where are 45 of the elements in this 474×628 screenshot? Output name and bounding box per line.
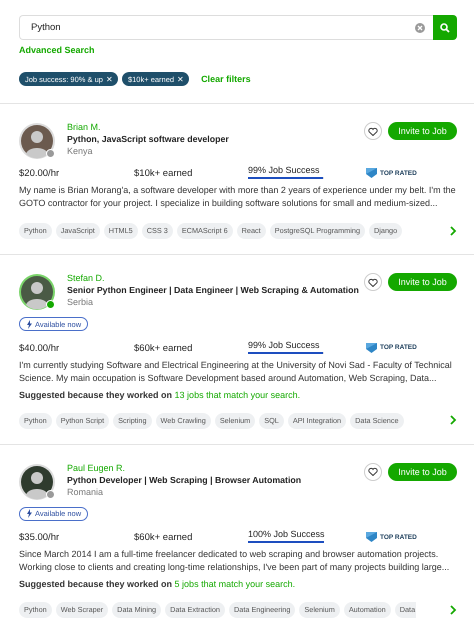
- total-earned: $60k+ earned: [134, 342, 194, 354]
- chevron-right-icon: [449, 415, 457, 425]
- total-earned: $60k+ earned: [134, 531, 194, 543]
- hourly-rate: $35.00/hr: [19, 531, 60, 543]
- hourly-rate: $20.00/hr: [19, 167, 60, 179]
- freelancer-title: Senior Python Engineer | Data Engineer | Web Scraping & Automation: [67, 284, 360, 296]
- remove-filter-button[interactable]: ✕: [177, 74, 184, 84]
- suggestion-text: Suggested because they worked on 5 jobs that match your search.: [19, 579, 296, 589]
- search-icon: [440, 22, 450, 32]
- next-skills-button[interactable]: [449, 602, 457, 618]
- search-field[interactable]: Python: [19, 15, 433, 40]
- save-button[interactable]: [364, 122, 382, 140]
- save-button[interactable]: [364, 273, 382, 291]
- job-success-label: 100% Job Success: [248, 529, 326, 539]
- top-rated-icon: [366, 342, 377, 352]
- heart-icon: [368, 467, 378, 476]
- heart-icon: [368, 126, 378, 136]
- save-button[interactable]: [364, 462, 382, 480]
- freelancer-country: Romania: [67, 486, 104, 498]
- avatar: [19, 123, 55, 159]
- avatar: [19, 274, 55, 310]
- freelancer-description: My name is Brian Morang'a, a software developer with more than 2 years of experience under my belt. I'm the GOTO contractor for your project. I specialize in building software solutions for small and medium-sized...: [19, 184, 457, 210]
- suggestion-text: Suggested because they worked on 13 jobs that match your search.: [19, 390, 302, 400]
- top-rated-icon: [366, 532, 377, 542]
- avatar: [19, 464, 55, 500]
- freelancer-description: I'm currently studying Software and Electrical Engineering at the University of Novi Sad - Faculty of Technical Science. My main occupation is Software Development based around Automation, Web Scraping, Data...: [19, 358, 453, 384]
- total-earned: $10k+ earned: [134, 167, 194, 179]
- remove-filter-button[interactable]: ✕: [106, 74, 113, 84]
- freelancer-description: Since March 2014 I am a full-time freelancer dedicated to web scraping and browser automation projects. Working close to clients and creating long-time relationships, I've been part of many projects building large...: [19, 548, 450, 574]
- hourly-rate: $40.00/hr: [19, 342, 60, 354]
- clear-icon[interactable]: [415, 22, 425, 32]
- lightning-icon: [26, 320, 32, 328]
- chevron-right-icon: [449, 604, 457, 614]
- freelancer-title: Python, JavaScript software developer: [67, 133, 230, 145]
- freelancer-country: Serbia: [67, 296, 94, 309]
- freelancer-title: Python Developer | Web Scraping | Browser Automation: [67, 474, 302, 486]
- freelancer-country: Kenya: [67, 145, 94, 158]
- search-button[interactable]: [433, 15, 457, 40]
- chevron-right-icon: [449, 226, 457, 236]
- lightning-icon: [26, 509, 32, 518]
- next-skills-button[interactable]: [449, 224, 457, 238]
- heart-icon: [368, 278, 378, 286]
- job-success-label: 99% Job Success: [248, 165, 321, 175]
- job-success-label: 99% Job Success: [248, 340, 321, 350]
- top-rated-icon: [366, 168, 377, 178]
